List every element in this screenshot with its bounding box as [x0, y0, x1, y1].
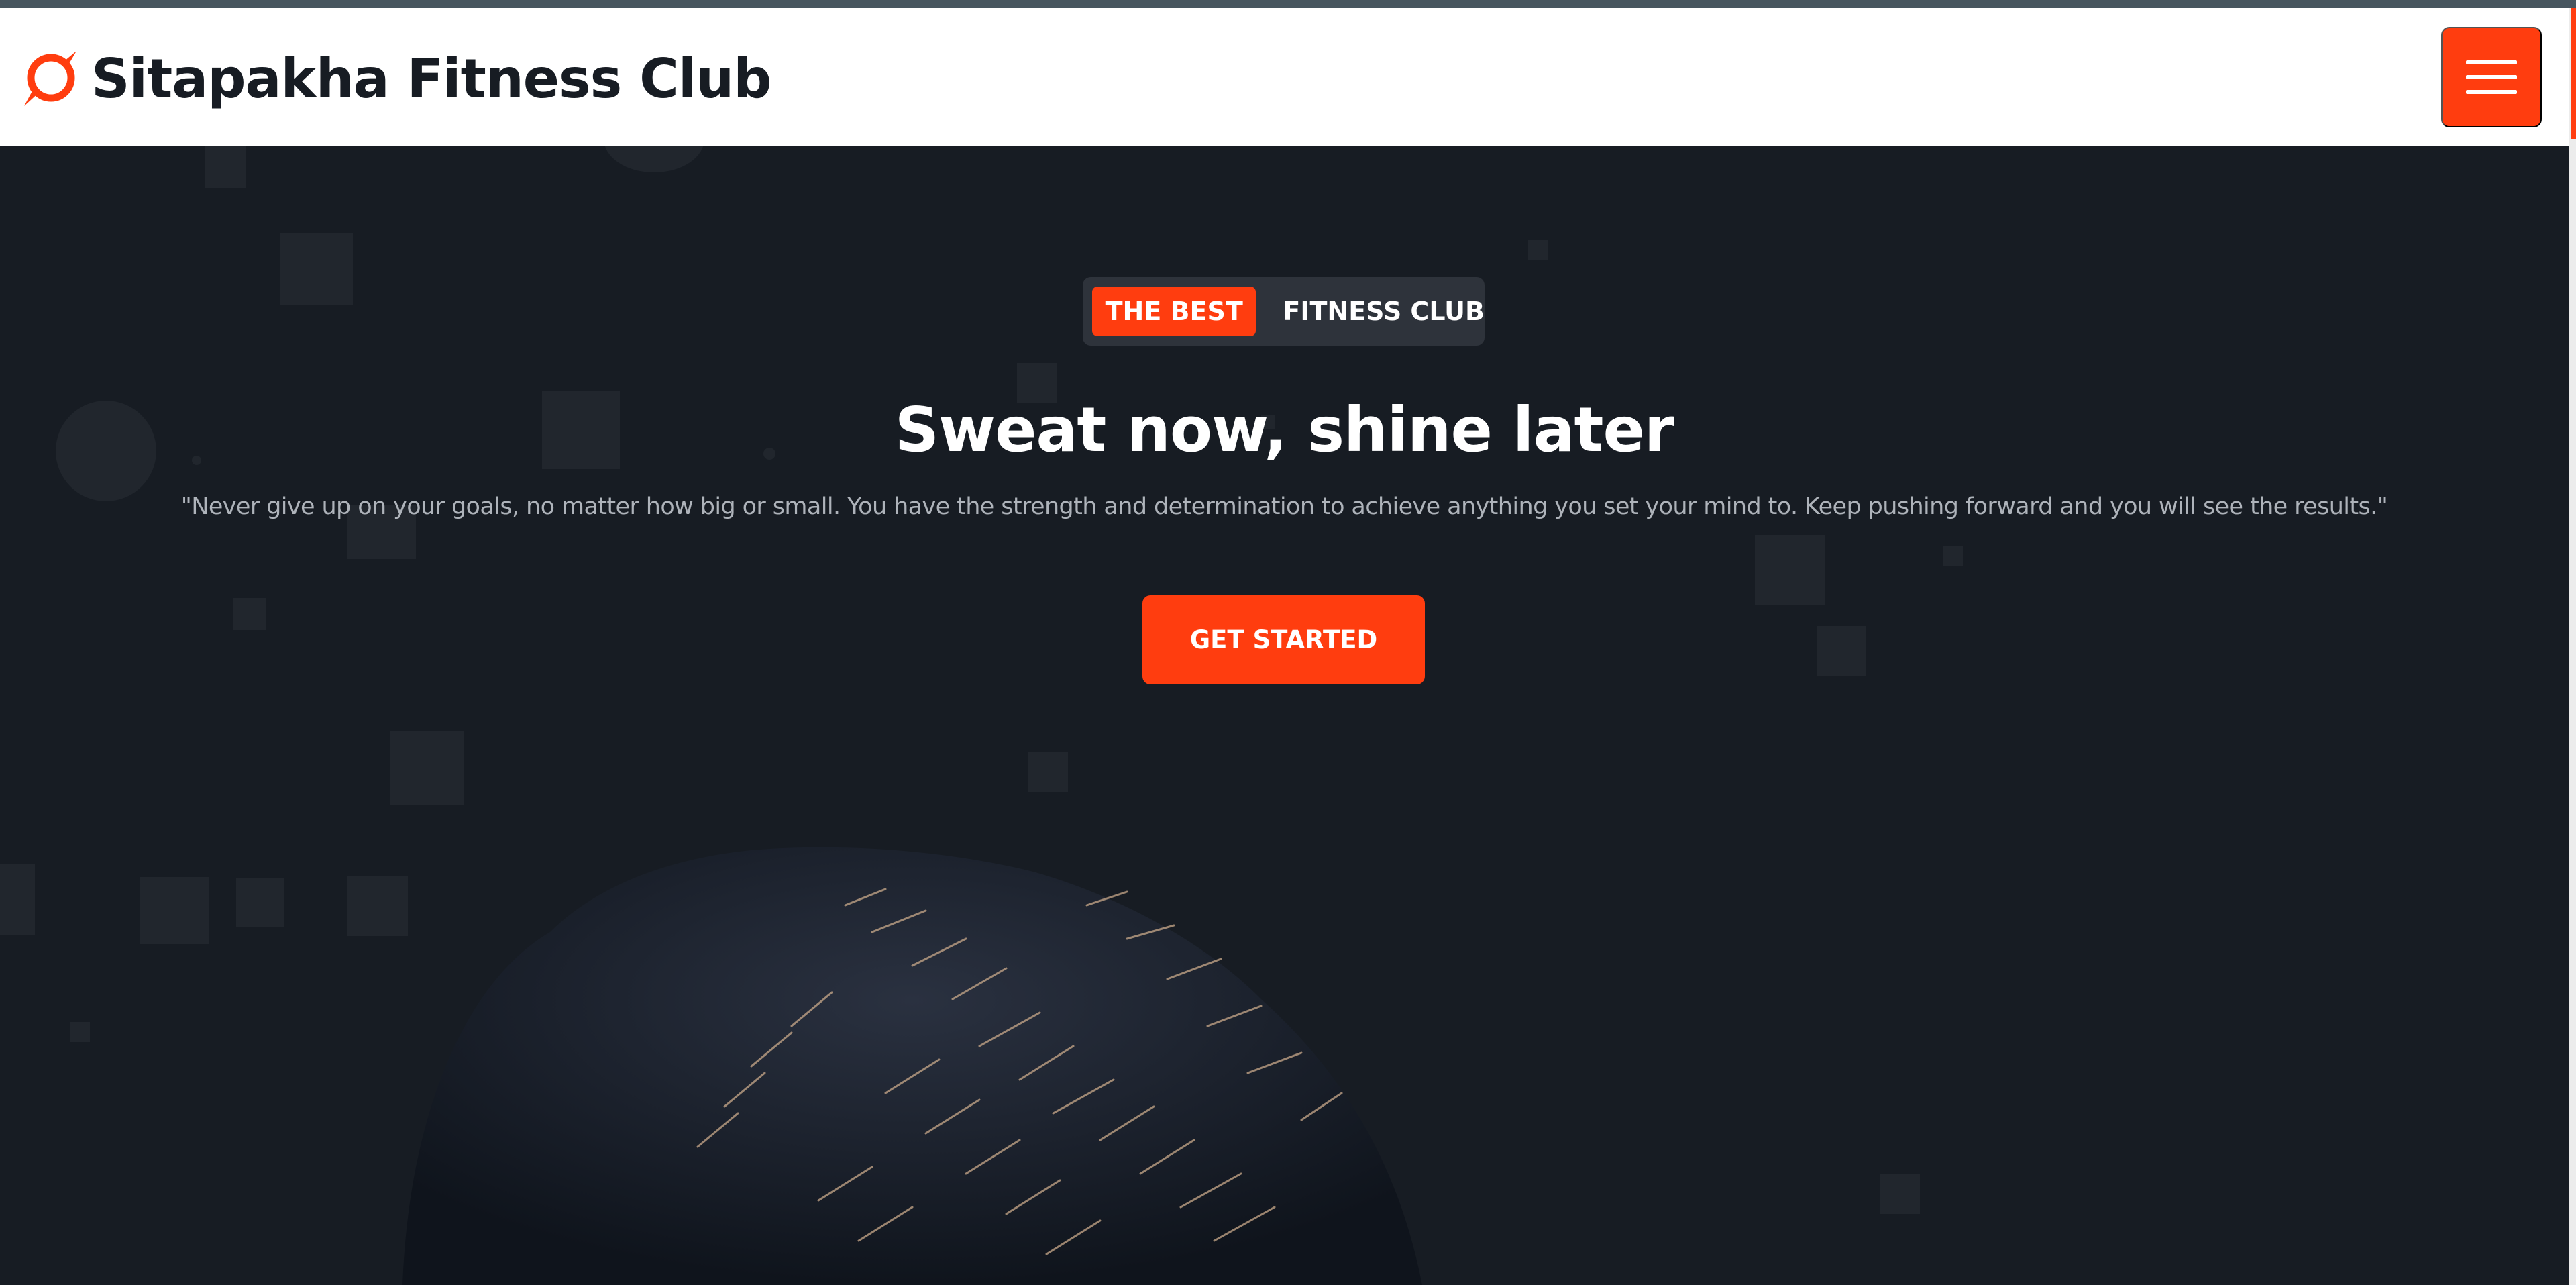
decorative-square: [1528, 240, 1548, 260]
decorative-square: [233, 598, 266, 630]
badge-label: FITNESS CLUB: [1283, 297, 1485, 326]
page-scrollbar[interactable]: [2569, 8, 2576, 1285]
decorative-square: [140, 877, 209, 944]
get-started-button[interactable]: GET STARTED: [1142, 595, 1425, 684]
decorative-square: [0, 864, 35, 935]
brand-link[interactable]: Sitapakha Fitness Club: [20, 42, 771, 115]
hero-badge: THE BEST FITNESS CLUB: [1083, 277, 1485, 346]
decorative-square: [1943, 546, 1963, 566]
decorative-square: [280, 233, 353, 305]
decorative-square: [1880, 1174, 1920, 1214]
decorative-square: [236, 878, 284, 927]
decorative-square: [1755, 535, 1825, 605]
decorative-square: [1028, 752, 1068, 792]
decorative-square: [1817, 626, 1866, 676]
navbar: Sitapakha Fitness Club: [0, 8, 2569, 146]
decorative-square: [390, 731, 464, 805]
badge-accent-label: THE BEST: [1092, 287, 1256, 336]
hero-quote: "Never give up on your goals, no matter …: [180, 493, 2388, 520]
menu-toggle-button[interactable]: [2441, 27, 2542, 127]
decorative-square: [205, 146, 246, 188]
hero-section: THE BEST FITNESS CLUB Sweat now, shine l…: [0, 146, 2569, 1285]
hero-athlete-image: [402, 847, 1422, 1285]
hero-title: Sweat now, shine later: [894, 394, 1675, 466]
hamburger-menu-icon: [2466, 60, 2517, 94]
scrollbar-thumb[interactable]: [2571, 8, 2576, 139]
browser-top-strip: [0, 0, 2576, 8]
brand-name: Sitapakha Fitness Club: [91, 47, 771, 110]
brand-swirl-icon: [24, 51, 76, 106]
decorative-circle: [604, 146, 704, 172]
decorative-square: [70, 1022, 90, 1042]
